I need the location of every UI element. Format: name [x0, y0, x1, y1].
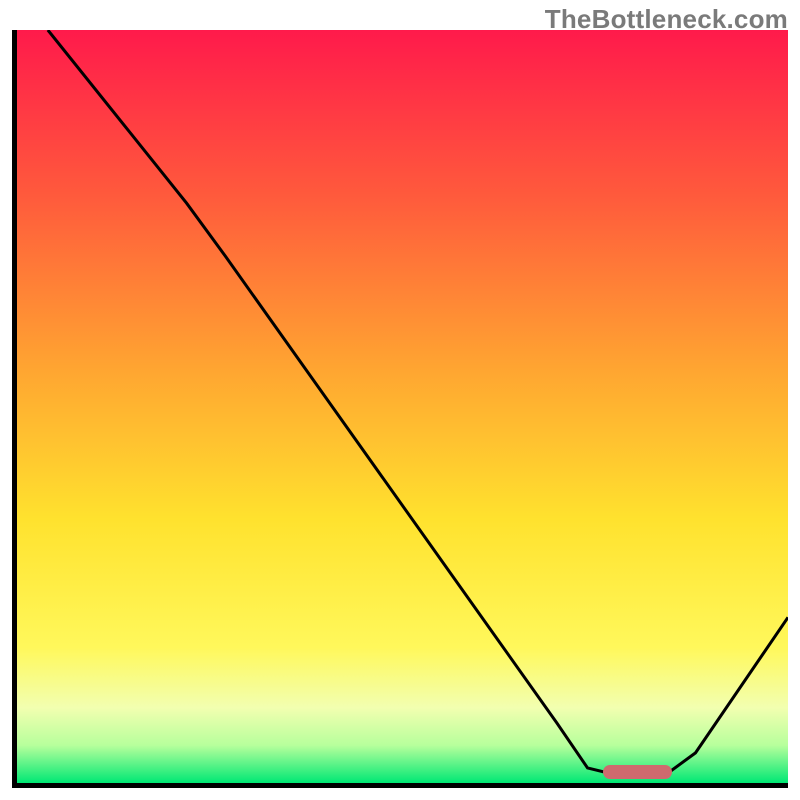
bottleneck-chart: TheBottleneck.com	[0, 0, 800, 800]
watermark-text: TheBottleneck.com	[545, 4, 788, 35]
curve-layer	[17, 30, 788, 783]
plot-area	[17, 30, 788, 783]
optimal-range-marker	[603, 765, 672, 779]
plot-frame	[12, 30, 788, 788]
bottleneck-curve-path	[48, 30, 788, 775]
